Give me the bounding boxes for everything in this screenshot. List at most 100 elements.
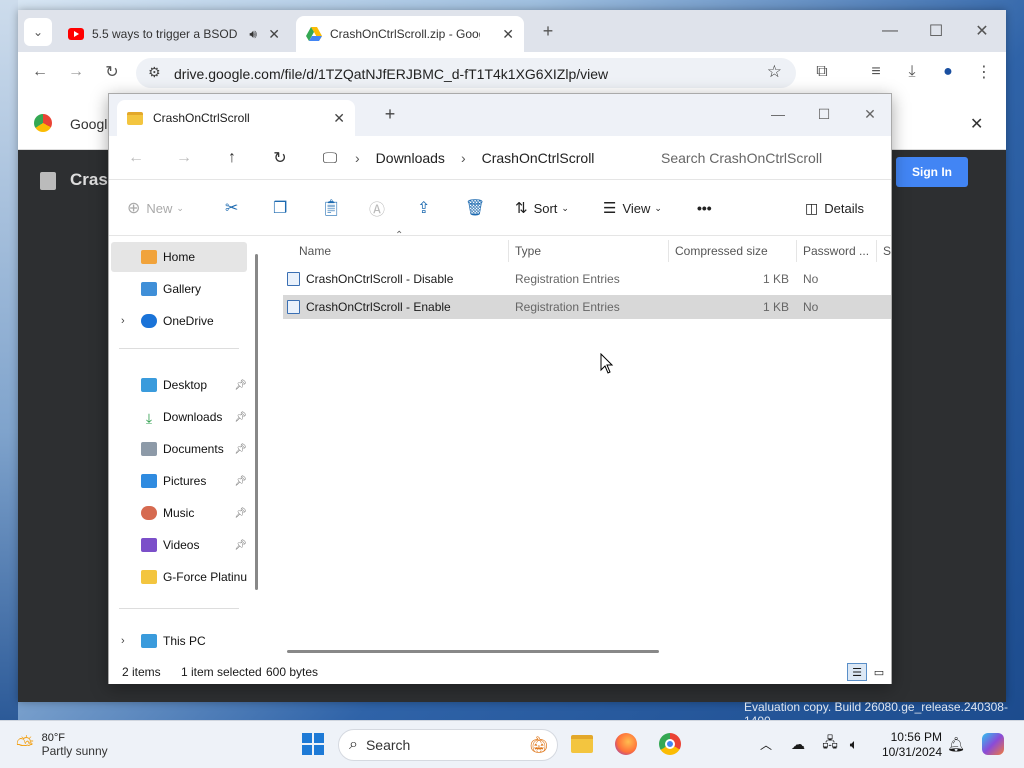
forward-icon[interactable]: →	[62, 58, 90, 86]
pin-icon: 📌︎	[234, 411, 247, 423]
up-icon[interactable]: ↑	[219, 146, 245, 170]
weather-widget[interactable]: ⛅︎ 80°F Partly sunny	[16, 729, 126, 761]
search-input[interactable]: Search CrashOnCtrlScroll	[653, 142, 889, 174]
file-explorer-taskbar-icon[interactable]	[568, 731, 596, 757]
breadcrumb-current[interactable]: CrashOnCtrlScroll	[482, 150, 595, 166]
browser-tab-drive[interactable]: CrashOnCtrlScroll.zip - Google ✕	[296, 16, 524, 52]
copilot-icon[interactable]	[980, 731, 1006, 757]
chevron-down-icon: ⌄	[176, 202, 184, 213]
clock[interactable]: 10:56 PM 10/31/2024	[866, 730, 942, 760]
copy-icon: ❐	[273, 200, 288, 217]
this-pc-monitor-icon[interactable]: 🖵︎	[317, 146, 343, 170]
back-icon[interactable]: ←	[123, 146, 149, 170]
breadcrumb[interactable]: › Downloads › CrashOnCtrlScroll	[347, 142, 667, 174]
nav-gallery[interactable]: Gallery	[111, 274, 247, 304]
home-icon	[141, 250, 157, 264]
notification-bell-icon[interactable]: 🔔︎	[946, 733, 966, 755]
file-row[interactable]: CrashOnCtrlScroll - Disable Registration…	[283, 267, 891, 291]
more-options-button[interactable]: •••	[697, 194, 712, 222]
nav-downloads[interactable]: ⤓ Downloads 📌︎	[111, 402, 247, 432]
maximize-icon[interactable]: ☐	[922, 17, 950, 45]
column-header-password[interactable]: Password ...	[797, 240, 877, 262]
details-view-icon[interactable]: ☰	[847, 663, 867, 681]
column-header-size[interactable]: Si	[877, 240, 891, 262]
close-infobar-icon[interactable]: ✕	[970, 114, 983, 134]
new-button[interactable]: ⊕ New ⌄	[127, 194, 184, 222]
nav-scrollbar[interactable]	[255, 254, 258, 590]
chrome-taskbar-icon[interactable]	[656, 731, 684, 757]
column-header-type[interactable]: Type	[509, 240, 669, 262]
reload-icon[interactable]: ↻	[98, 58, 126, 86]
column-header-compressed-size[interactable]: Compressed size	[669, 240, 797, 262]
firefox-icon[interactable]	[612, 731, 640, 757]
column-header-name[interactable]: Name	[293, 240, 509, 262]
chevron-right-icon[interactable]: ›	[121, 635, 125, 647]
nav-onedrive[interactable]: › OneDrive	[111, 306, 247, 336]
browser-tab-youtube[interactable]: 5.5 ways to trigger a BSOD 🔊︎ ✕	[58, 16, 290, 52]
youtube-icon	[68, 28, 84, 40]
pin-icon: 📌︎	[234, 539, 247, 551]
nav-documents[interactable]: Documents 📌︎	[111, 434, 247, 464]
address-bar[interactable]: ⚙ drive.google.com/file/d/1TZQatNJfERJBM…	[136, 58, 796, 88]
back-icon[interactable]: ←	[26, 58, 54, 86]
minimize-icon[interactable]: —	[755, 102, 801, 126]
chevron-right-icon[interactable]: ›	[121, 315, 125, 327]
horizontal-scrollbar[interactable]	[287, 650, 659, 653]
rename-button[interactable]: Ⓐ	[369, 194, 385, 222]
file-row-selected[interactable]: CrashOnCtrlScroll - Enable Registration …	[283, 295, 891, 319]
nav-music[interactable]: Music 📌︎	[111, 498, 247, 528]
close-tab-icon[interactable]: ✕	[333, 110, 345, 127]
tab-search-chevron-icon[interactable]: ⌄	[24, 18, 52, 46]
close-window-icon[interactable]: ✕	[847, 102, 893, 126]
menu-icon[interactable]: ⋮	[970, 58, 998, 86]
nav-label: Downloads	[163, 410, 223, 424]
maximize-icon[interactable]: ☐	[801, 102, 847, 126]
share-button[interactable]: ⇪	[417, 194, 430, 222]
cut-button[interactable]: ✂	[225, 194, 238, 222]
start-button[interactable]	[300, 731, 326, 757]
weather-temp: 80°F	[41, 732, 65, 744]
copy-button[interactable]: ❐	[273, 194, 287, 222]
tiles-view-icon[interactable]: ▭	[869, 663, 889, 681]
explorer-tab[interactable]: CrashOnCtrlScroll ✕	[117, 100, 355, 136]
desktop-icons-strip	[0, 0, 18, 720]
sign-in-button[interactable]: Sign In	[896, 157, 968, 187]
nav-gforce-folder[interactable]: G-Force Platinu	[111, 562, 247, 592]
delete-button[interactable]: 🗑︎	[465, 194, 485, 222]
new-tab-icon[interactable]: +	[367, 102, 413, 126]
details-pane-button[interactable]: ◫ Details	[805, 194, 864, 222]
breadcrumb-downloads[interactable]: Downloads	[376, 150, 445, 166]
minimize-icon[interactable]: —	[876, 17, 904, 45]
registry-file-icon	[287, 300, 300, 314]
nav-divider	[119, 348, 239, 349]
cloud-icon[interactable]: ☁	[786, 733, 810, 755]
site-settings-icon[interactable]: ⚙	[148, 64, 161, 81]
extensions-icon[interactable]: ⧉	[808, 58, 836, 86]
nav-desktop[interactable]: Desktop 📌︎	[111, 370, 247, 400]
sort-icon: ⇅	[515, 200, 528, 217]
chevron-up-icon[interactable]: ︿	[756, 733, 776, 755]
music-icon	[141, 506, 157, 520]
nav-pictures[interactable]: Pictures 📌︎	[111, 466, 247, 496]
sort-button[interactable]: ⇅ Sort ⌄	[515, 194, 569, 222]
desktop-icon	[141, 378, 157, 392]
network-icon[interactable]: 🖧︎	[818, 733, 842, 755]
close-tab-icon[interactable]: ✕	[502, 26, 514, 43]
new-tab-icon[interactable]: +	[534, 17, 562, 45]
speaker-icon[interactable]: 🔊︎	[249, 27, 257, 42]
refresh-icon[interactable]: ↻	[267, 146, 293, 170]
nav-videos[interactable]: Videos 📌︎	[111, 530, 247, 560]
volume-icon[interactable]: 🔈︎	[842, 733, 866, 755]
taskbar-search[interactable]: ⌕ Search 🎃︎	[338, 729, 558, 761]
view-button[interactable]: ☰ View ⌄	[603, 194, 662, 222]
media-controls-icon[interactable]: ≡	[862, 58, 890, 86]
bookmark-star-icon[interactable]: ☆	[767, 62, 782, 82]
nav-this-pc[interactable]: › This PC	[111, 626, 247, 656]
profile-icon[interactable]: ●	[934, 58, 962, 86]
paste-button[interactable]: 📋︎	[321, 194, 341, 222]
close-window-icon[interactable]: ✕	[968, 17, 996, 45]
forward-icon[interactable]: →	[171, 146, 197, 170]
downloads-icon[interactable]: ⤓	[898, 58, 926, 86]
nav-home[interactable]: Home	[111, 242, 247, 272]
close-tab-icon[interactable]: ✕	[268, 26, 280, 43]
